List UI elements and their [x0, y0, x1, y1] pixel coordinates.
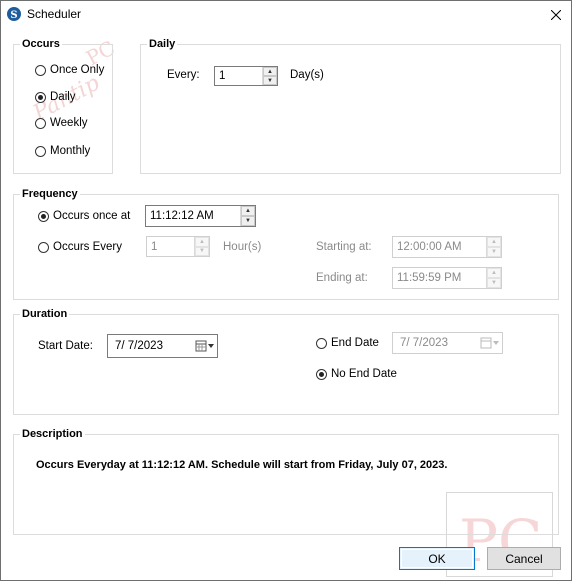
days-unit-label: Day(s) [290, 69, 324, 81]
spin-up-icon[interactable]: ▲ [487, 268, 501, 278]
starting-time-picker[interactable]: 12:00:00 AM ▲ ▼ [392, 236, 502, 258]
radio-daily[interactable]: Daily [35, 91, 76, 103]
end-date-picker[interactable]: 7/ 7/2023 [392, 332, 503, 354]
close-icon[interactable] [551, 10, 561, 20]
start-date-value[interactable]: 7/ 7/2023 [108, 340, 193, 352]
radio-end-date[interactable]: End Date [316, 337, 379, 349]
svg-text:S: S [10, 10, 17, 21]
hours-unit-label: Hour(s) [223, 241, 262, 253]
radio-weekly[interactable]: Weekly [35, 117, 88, 129]
spin-up-icon[interactable]: ▲ [487, 237, 501, 247]
ok-button-label: OK [428, 551, 446, 566]
every-days-stepper[interactable]: 1 ▲ ▼ [214, 66, 278, 86]
spin-down-icon[interactable]: ▼ [263, 76, 277, 85]
radio-no-end-date-label: No End Date [331, 368, 397, 380]
radio-end-date-label: End Date [331, 337, 379, 349]
scheduler-dialog: S Scheduler Pantip PC PC Occurs Once Onl… [0, 0, 572, 581]
once-time-picker[interactable]: 11:12:12 AM ▲ ▼ [145, 205, 256, 227]
ending-time-picker[interactable]: 11:59:59 PM ▲ ▼ [392, 267, 502, 289]
radio-daily-label: Daily [50, 91, 76, 103]
once-time-value[interactable]: 11:12:12 AM [146, 206, 240, 226]
cancel-button[interactable]: Cancel [487, 547, 561, 570]
duration-group [13, 314, 559, 415]
cancel-button-label: Cancel [505, 551, 543, 566]
occurs-legend: Occurs [20, 38, 62, 50]
spin-down-icon[interactable]: ▼ [241, 216, 255, 226]
spin-down-icon[interactable]: ▼ [195, 246, 209, 256]
radio-monthly-label: Monthly [50, 145, 91, 157]
radio-occurs-every-label: Occurs Every [53, 241, 123, 253]
starting-time-value[interactable]: 12:00:00 AM [393, 237, 486, 257]
title-bar: S Scheduler [1, 1, 571, 29]
radio-weekly-label: Weekly [50, 117, 88, 129]
ending-time-value[interactable]: 11:59:59 PM [393, 268, 486, 288]
ok-button[interactable]: OK [399, 547, 475, 570]
spin-up-icon[interactable]: ▲ [263, 67, 277, 76]
radio-occurs-every[interactable]: Occurs Every [38, 241, 122, 253]
every-hours-value[interactable]: 1 [147, 237, 194, 256]
radio-once-only-label: Once Only [50, 64, 105, 76]
ending-at-label: Ending at: [316, 272, 368, 284]
radio-no-end-date[interactable]: No End Date [316, 368, 397, 380]
every-hours-stepper[interactable]: 1 ▲ ▼ [146, 236, 210, 257]
calendar-dropdown-icon[interactable] [478, 333, 502, 353]
radio-monthly[interactable]: Monthly [35, 145, 90, 157]
close-button[interactable] [541, 3, 571, 27]
calendar-dropdown-icon[interactable] [193, 335, 217, 357]
spin-down-icon[interactable]: ▼ [487, 247, 501, 257]
window-title: Scheduler [27, 7, 82, 21]
app-logo-icon: S [7, 7, 21, 21]
description-legend: Description [20, 428, 85, 440]
radio-occurs-once-label: Occurs once at [53, 210, 131, 222]
description-text: Occurs Everyday at 11:12:12 AM. Schedule… [36, 459, 448, 471]
daily-legend: Daily [147, 38, 178, 50]
start-date-picker[interactable]: 7/ 7/2023 [107, 334, 218, 358]
daily-group [140, 44, 561, 174]
frequency-legend: Frequency [20, 188, 80, 200]
every-days-value[interactable]: 1 [215, 67, 262, 85]
start-date-label: Start Date: [38, 340, 93, 352]
radio-once-only[interactable]: Once Only [35, 64, 104, 76]
spin-up-icon[interactable]: ▲ [195, 237, 209, 247]
end-date-value[interactable]: 7/ 7/2023 [393, 337, 478, 349]
radio-occurs-once[interactable]: Occurs once at [38, 210, 130, 222]
starting-at-label: Starting at: [316, 241, 372, 253]
every-label: Every: [167, 69, 200, 81]
spin-up-icon[interactable]: ▲ [241, 206, 255, 216]
description-group [13, 434, 559, 535]
spin-down-icon[interactable]: ▼ [487, 278, 501, 288]
duration-legend: Duration [20, 308, 70, 320]
